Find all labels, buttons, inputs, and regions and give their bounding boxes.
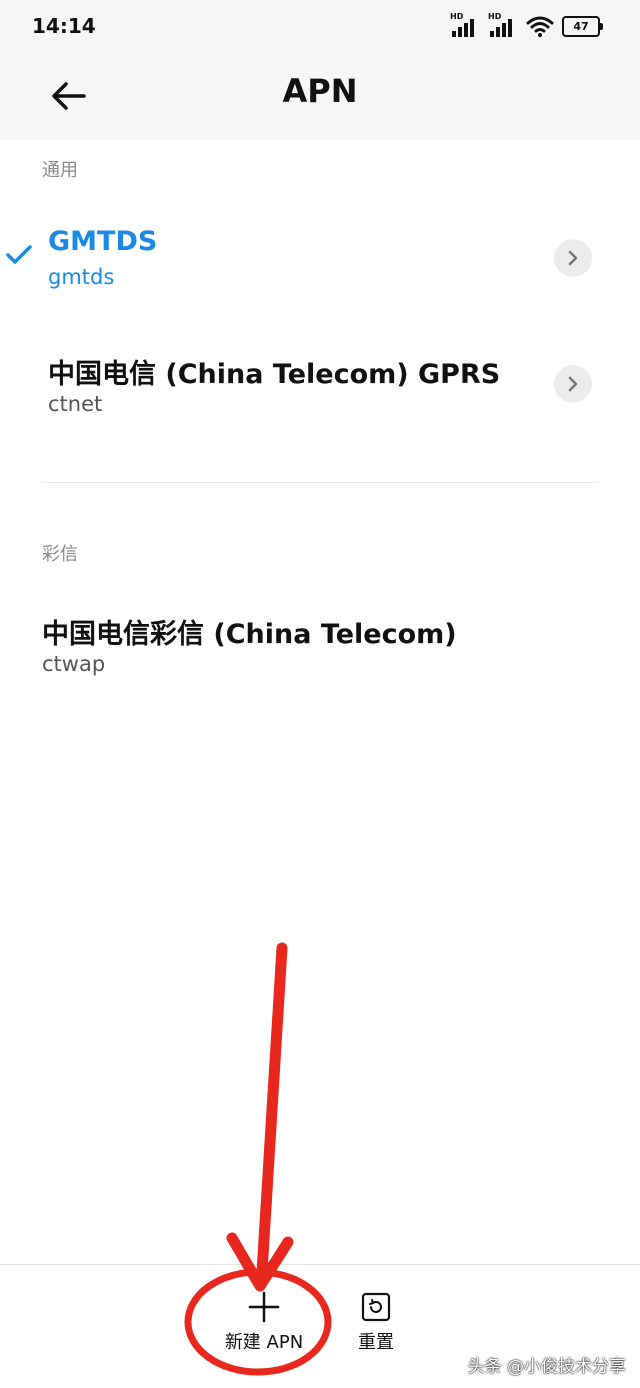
reset-icon: [361, 1292, 391, 1322]
new-apn-label: 新建 APN: [224, 1332, 304, 1353]
apn-item-subtitle: ctwap: [42, 652, 106, 676]
reset-button[interactable]: 重置: [346, 1290, 406, 1354]
status-icons: HD HD 47: [450, 12, 603, 38]
watermark: 头条 @小俊技术分享: [467, 1357, 626, 1377]
page-title: APN: [282, 72, 358, 110]
battery-icon: 47: [562, 15, 603, 37]
reset-label: 重置: [358, 1332, 394, 1353]
section-divider: [42, 482, 598, 483]
checkmark-icon: [6, 245, 32, 264]
app-header: APN: [0, 52, 640, 140]
new-apn-button[interactable]: 新建 APN: [214, 1290, 314, 1354]
plus-icon: [248, 1291, 280, 1323]
section-label-general: 通用: [42, 160, 78, 181]
apn-item-title: GMTDS: [48, 226, 158, 257]
signal-icon: HD: [450, 12, 480, 37]
wifi-icon: [526, 16, 554, 37]
status-time: 14:14: [32, 14, 96, 38]
apn-item-subtitle: gmtds: [48, 265, 115, 289]
signal-icon: HD: [488, 12, 518, 37]
red-annotation-arrow: [184, 942, 332, 1376]
apn-item-subtitle: ctnet: [48, 392, 103, 416]
chevron-right-icon[interactable]: [554, 365, 592, 403]
apn-item-title: 中国电信 (China Telecom) GPRS: [48, 359, 501, 390]
status-bar: 14:14 HD HD 47: [0, 0, 640, 52]
apn-item-title: 中国电信彩信 (China Telecom): [42, 619, 457, 650]
chevron-right-icon[interactable]: [554, 239, 592, 277]
section-label-mms: 彩信: [42, 544, 78, 565]
